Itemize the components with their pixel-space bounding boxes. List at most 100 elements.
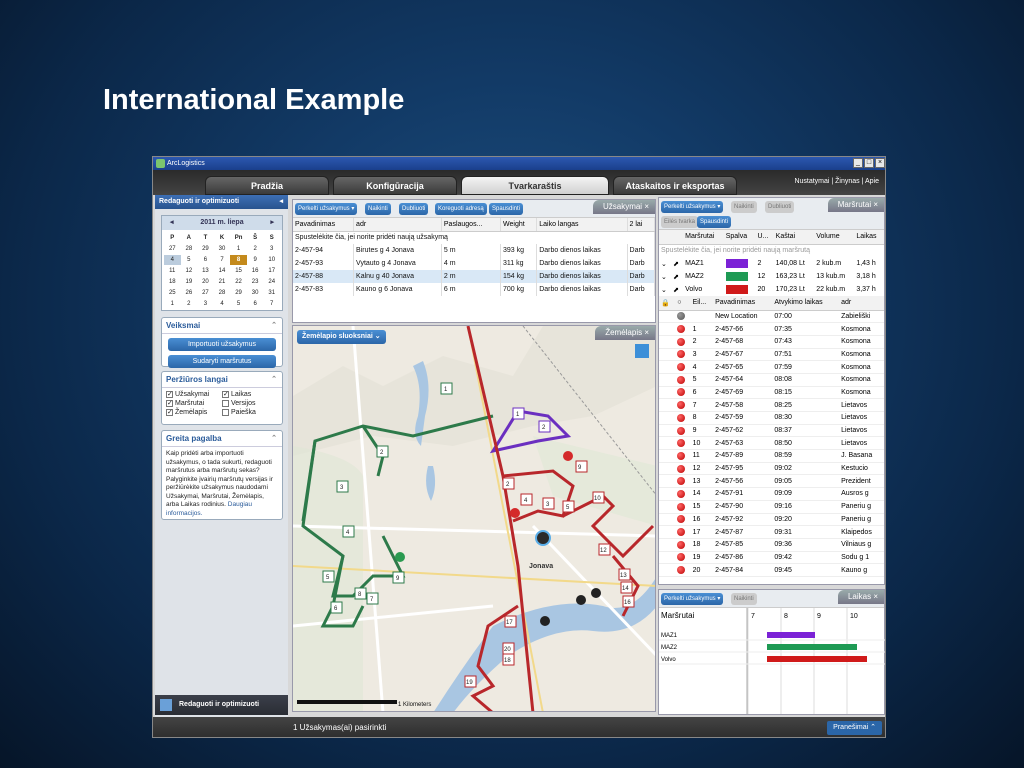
unassigned-order-marker[interactable] [540, 616, 550, 626]
tab-tvarkarastis[interactable]: Tvarkaraštis [461, 176, 609, 195]
checkbox[interactable]: ✓ [222, 391, 229, 398]
stop-row[interactable]: 14 2-457-91 09:09 Ausros g [659, 487, 884, 501]
calendar-day[interactable]: 1 [164, 299, 181, 309]
calendar-day[interactable]: 5 [181, 255, 198, 265]
view-toggle-checkbox[interactable]: Paieška [222, 409, 278, 416]
route-row[interactable]: ⌄ ⬈ MAZ2 12 163,23 Lt 13 kub.m 3,18 h [659, 270, 884, 283]
column-header[interactable]: Paslaugos... [441, 218, 502, 232]
view-toggle-checkbox[interactable]: ✓ Žemėlapis [166, 409, 222, 416]
calendar-day[interactable]: 28 [181, 244, 198, 254]
calendar-day[interactable]: 14 [214, 266, 231, 276]
stop-row[interactable]: 11 2-457-89 08:59 J. Basana [659, 449, 884, 463]
delete-button[interactable]: Naikinti [731, 201, 757, 213]
print-button[interactable]: Spausdinti [697, 216, 732, 228]
calendar-day[interactable]: 22 [230, 277, 247, 287]
calendar-day[interactable]: 8 [230, 255, 247, 265]
expand-icon[interactable]: ⌄ [659, 283, 671, 296]
table-row[interactable]: 2-457-83 Kauno g 6 Jonava 6 m 700 kg Darbo d… [293, 283, 656, 296]
calendar-day[interactable]: 7 [214, 255, 231, 265]
zoom-extent-icon[interactable] [635, 344, 649, 358]
column-header[interactable]: Volume [814, 230, 855, 245]
print-button[interactable]: Spausdinti [489, 203, 524, 215]
next-month-icon[interactable]: ▸ [270, 216, 274, 230]
prev-month-icon[interactable]: ◂ [170, 216, 174, 230]
calendar-day[interactable]: 21 [214, 277, 231, 287]
table-row[interactable]: 2-457-88 Kalnu g 40 Jonava 2 m 154 kg Darbo … [293, 270, 656, 283]
tab-ataskaitos[interactable]: Ataskaitos ir eksportas [613, 176, 737, 195]
calendar-day[interactable]: 26 [181, 288, 198, 298]
calendar-day[interactable]: 10 [263, 255, 280, 265]
new-order-hint[interactable]: Spustelėkite čia, jei norite pridėti nau… [293, 231, 655, 244]
table-row[interactable]: 2-457-93 Vytauto g 4 Jonava 4 m 311 kg Darbo… [293, 257, 656, 270]
top-links[interactable]: Nustatymai | Žinynas | Apie [794, 178, 879, 185]
column-header[interactable]: Atvykimo laikas [772, 296, 840, 311]
checkbox[interactable]: ✓ [166, 409, 173, 416]
stop-marker[interactable] [395, 552, 405, 562]
calendar-day[interactable]: 6 [247, 299, 264, 309]
calendar-day[interactable]: 31 [263, 288, 280, 298]
duplicate-button[interactable]: Dubliuoti [399, 203, 429, 215]
calendar-day[interactable]: 19 [181, 277, 198, 287]
calendar-day[interactable]: 23 [247, 277, 264, 287]
new-row-hint[interactable]: Spustelėkite čia, jei norite pridėti nau… [293, 231, 655, 244]
calendar-day[interactable]: 20 [197, 277, 214, 287]
map-pane[interactable]: 12345 6789 12 2435 9 10 12 13 14 16 17 20 18 19… [292, 325, 656, 712]
view-toggle-checkbox[interactable]: ✓ Užsakymai [166, 391, 222, 398]
calendar-day[interactable]: 2 [247, 244, 264, 254]
stop-row[interactable]: 8 2-457-59 08:30 Lietavos [659, 411, 884, 425]
new-route-hint[interactable]: Spustelėkite čia, jei norite pridėti nau… [659, 244, 884, 257]
stop-row[interactable]: 17 2-457-87 09:31 Klaipedos [659, 525, 884, 539]
stop-row[interactable]: 16 2-457-92 09:20 Paneriu g [659, 513, 884, 527]
column-header[interactable]: Laiko langas [536, 218, 628, 232]
delete-button[interactable]: Naikinti [731, 593, 757, 605]
calendar-day[interactable]: 30 [214, 244, 231, 254]
column-header[interactable]: Pavadinimas [713, 296, 773, 311]
calendar-day[interactable]: 18 [164, 277, 181, 287]
calendar-day[interactable]: 15 [230, 266, 247, 276]
tab-konfiguracija[interactable]: Konfigūracija [333, 176, 457, 195]
calendar-day[interactable]: 1 [230, 244, 247, 254]
messages-button[interactable]: Pranešimai ⌃ [827, 721, 882, 735]
map-layers-button[interactable]: Žemėlapio sluoksniai ⌄ [297, 330, 386, 344]
sequence-button[interactable]: Eilės tvarka [661, 216, 699, 228]
calendar-day[interactable]: 9 [247, 255, 264, 265]
column-header[interactable]: adr [353, 218, 442, 232]
calendar-day[interactable]: 11 [164, 266, 181, 276]
stop-marker[interactable] [510, 508, 520, 518]
table-row[interactable]: 2-457-94 Birutes g 4 Jonava 5 m 393 kg Darbo… [293, 244, 656, 257]
stop-row[interactable]: 4 2-457-65 07:59 Kosmona [659, 360, 884, 374]
expand-icon[interactable]: ⌄ [659, 270, 671, 283]
close-button[interactable]: × [875, 158, 885, 168]
timeline-chart[interactable]: Maršrutai 7 8 9 10 MAZ1 MAZ2 Volvo [659, 608, 886, 714]
calendar-day[interactable]: 12 [181, 266, 198, 276]
checkbox[interactable]: ✓ [166, 400, 173, 407]
left-footer[interactable]: Redaguoti ir optimizuoti [155, 695, 288, 715]
checkbox[interactable] [222, 400, 229, 407]
calendar-day[interactable]: 13 [197, 266, 214, 276]
stop-row[interactable]: 20 2-457-84 09:45 Kauno g [659, 563, 884, 577]
calendar-day[interactable]: 25 [164, 288, 181, 298]
stop-row[interactable]: 10 2-457-63 08:50 Lietavos [659, 436, 884, 451]
build-routes-button[interactable]: Sudaryti maršrutus [168, 355, 276, 368]
delete-button[interactable]: Naikinti [365, 203, 391, 215]
calendar-day[interactable]: 6 [197, 255, 214, 265]
calendar-day[interactable]: 3 [197, 299, 214, 309]
stop-row[interactable]: 18 2-457-85 09:36 Vilniaus g [659, 538, 884, 552]
new-row-hint[interactable]: Spustelėkite čia, jei norite pridėti nau… [659, 244, 884, 257]
column-header[interactable] [671, 230, 684, 245]
view-toggle-checkbox[interactable]: ✓ Maršrutai [166, 400, 222, 407]
collapse-arrow-icon[interactable]: ◂ [279, 195, 283, 209]
calendar-day[interactable]: 5 [230, 299, 247, 309]
move-orders-button[interactable]: Perkelti užsakymus ▾ [661, 201, 724, 213]
calendar-day[interactable]: 27 [164, 244, 181, 254]
stop-row[interactable]: 3 2-457-67 07:51 Kosmona [659, 348, 884, 362]
map-canvas[interactable]: 12345 6789 12 243 5 9101213 14161720 1819… [293, 326, 656, 712]
calendar-day[interactable]: 4 [214, 299, 231, 309]
route-row[interactable]: ⌄ ⬈ MAZ1 2 140,08 Lt 2 kub.m 1,43 h [659, 257, 884, 270]
expand-icon[interactable]: ⌄ [659, 257, 671, 270]
collapse-icon[interactable]: ⌃ [271, 434, 277, 442]
calendar-day[interactable]: 3 [263, 244, 280, 254]
stop-row[interactable]: 19 2-457-86 09:42 Sodu g 1 [659, 551, 884, 565]
stop-row[interactable]: 9 2-457-62 08:37 Lietavos [659, 424, 884, 438]
maximize-button[interactable]: □ [864, 158, 874, 168]
